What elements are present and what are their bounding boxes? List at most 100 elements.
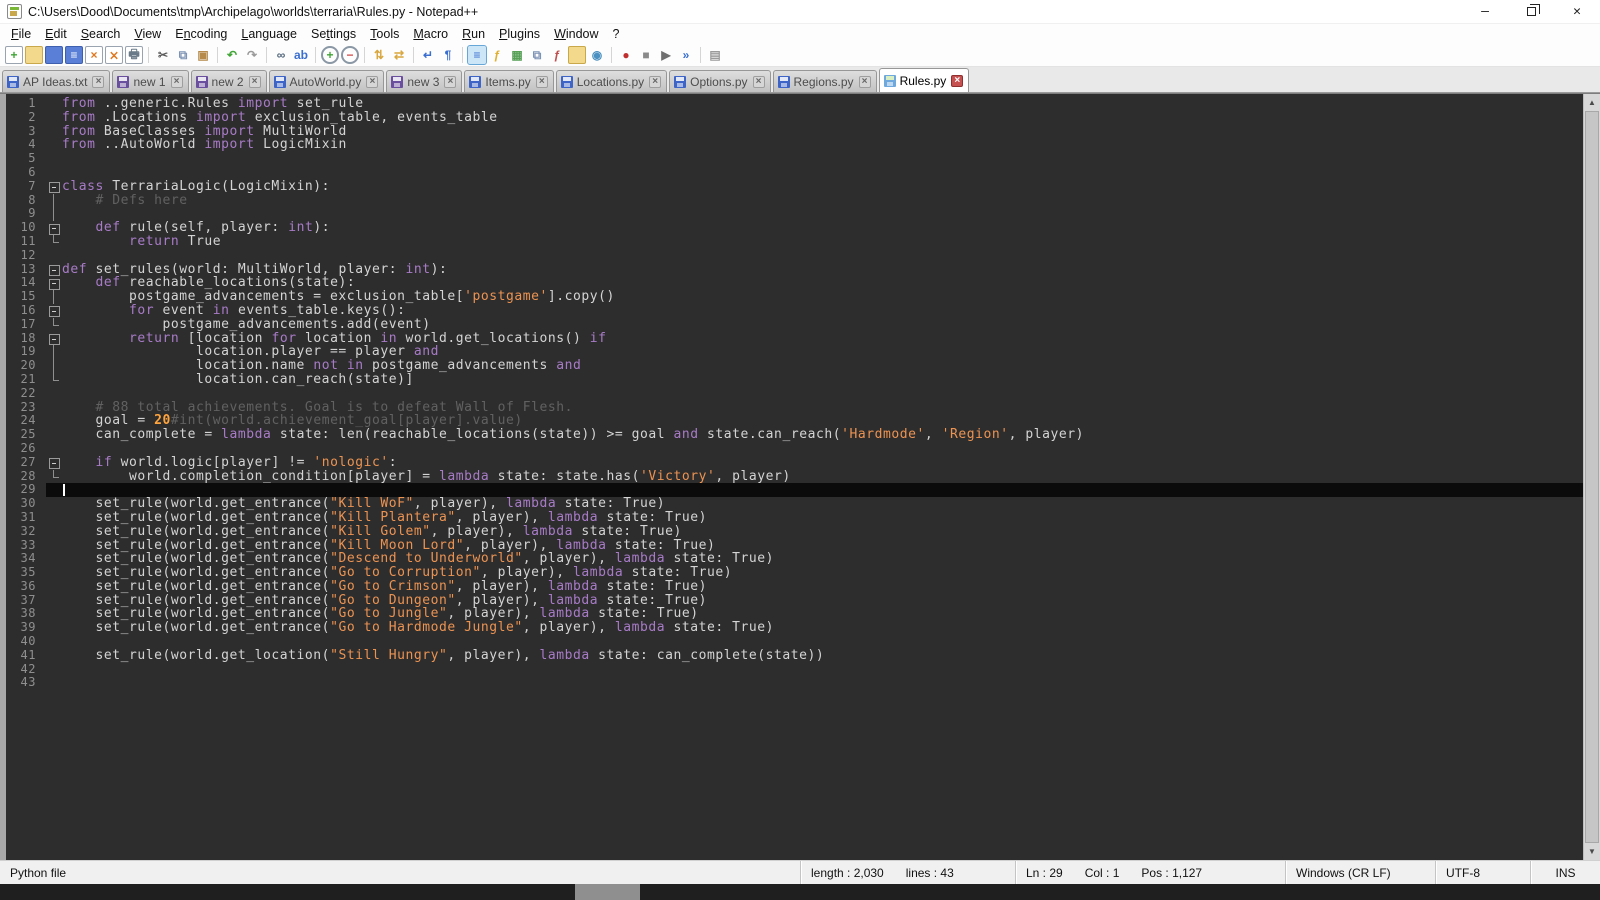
paste-icon[interactable]: ▣ bbox=[194, 46, 212, 64]
menu-item-window[interactable]: Window bbox=[547, 25, 605, 43]
menu-item-language[interactable]: Language bbox=[234, 25, 304, 43]
code-line: 28 world.completion_condition[player] = … bbox=[6, 470, 1583, 484]
fold-marker bbox=[46, 152, 62, 166]
status-pos: Pos : 1,127 bbox=[1141, 866, 1202, 880]
fold-marker[interactable] bbox=[46, 332, 62, 346]
zoom-in-icon[interactable]: + bbox=[321, 46, 339, 64]
scroll-down-icon[interactable]: ▼ bbox=[1584, 843, 1600, 860]
menu-item-tools[interactable]: Tools bbox=[363, 25, 406, 43]
close-doc-icon[interactable]: × bbox=[85, 46, 103, 64]
new-file-icon[interactable]: + bbox=[5, 46, 23, 64]
tab-options-py[interactable]: Options.py× bbox=[669, 70, 770, 92]
code-text: goal = 20#int(world.achievement_goal[pla… bbox=[62, 414, 523, 428]
scrollbar-thumb[interactable] bbox=[1585, 111, 1599, 843]
record-macro-icon[interactable]: ● bbox=[617, 46, 635, 64]
fold-marker[interactable] bbox=[46, 180, 62, 194]
tab-close-icon[interactable]: × bbox=[92, 76, 104, 88]
tab-close-icon[interactable]: × bbox=[171, 76, 183, 88]
tab-close-icon[interactable]: × bbox=[536, 76, 548, 88]
menu-item-plugins[interactable]: Plugins bbox=[492, 25, 547, 43]
zoom-out-icon[interactable]: − bbox=[341, 46, 359, 64]
tab-new-3[interactable]: new 3× bbox=[386, 70, 462, 92]
tab-close-icon[interactable]: × bbox=[649, 76, 661, 88]
code-text: location.player == player and bbox=[62, 345, 439, 359]
tab-items-py[interactable]: Items.py× bbox=[464, 70, 553, 92]
function-completion-icon[interactable]: ƒ bbox=[488, 46, 506, 64]
tab-regions-py[interactable]: Regions.py× bbox=[773, 70, 877, 92]
function-list-icon[interactable]: ƒ bbox=[548, 46, 566, 64]
stop-macro-icon[interactable]: ■ bbox=[637, 46, 655, 64]
code-text: world.completion_condition[player] = lam… bbox=[62, 470, 791, 484]
fold-marker[interactable] bbox=[46, 221, 62, 235]
minimize-button[interactable]: — bbox=[1462, 0, 1508, 23]
line-number: 43 bbox=[6, 676, 46, 690]
cut-icon[interactable]: ✂ bbox=[154, 46, 172, 64]
play-macro-icon[interactable]: ▶ bbox=[657, 46, 675, 64]
code-text: postgame_advancements = exclusion_table[… bbox=[62, 290, 615, 304]
status-eol-format[interactable]: Windows (CR LF) bbox=[1285, 861, 1435, 884]
indent-guide-icon[interactable]: ≡ bbox=[468, 46, 486, 64]
close-all-docs-icon[interactable]: ⨯ bbox=[105, 46, 123, 64]
menu-item-search[interactable]: Search bbox=[74, 25, 128, 43]
tab-close-icon[interactable]: × bbox=[859, 76, 871, 88]
fold-marker[interactable] bbox=[46, 304, 62, 318]
find-icon[interactable]: ∞ bbox=[272, 46, 290, 64]
sync-scroll-v-icon[interactable]: ⇅ bbox=[370, 46, 388, 64]
menu-item-run[interactable]: Run bbox=[455, 25, 492, 43]
print-icon[interactable]: 🖶 bbox=[125, 46, 143, 64]
document-map-icon[interactable]: ▦ bbox=[508, 46, 526, 64]
save-macro-icon[interactable]: ▤ bbox=[706, 46, 724, 64]
line-number: 32 bbox=[6, 525, 46, 539]
line-number: 5 bbox=[6, 152, 46, 166]
close-button[interactable]: ✕ bbox=[1554, 0, 1600, 23]
show-all-chars-icon[interactable]: ¶ bbox=[439, 46, 457, 64]
menu-item-settings[interactable]: Settings bbox=[304, 25, 363, 43]
tab-close-icon[interactable]: × bbox=[444, 76, 456, 88]
fold-marker[interactable] bbox=[46, 263, 62, 277]
restore-button[interactable] bbox=[1508, 0, 1554, 23]
fold-marker[interactable] bbox=[46, 456, 62, 470]
menu-item-encoding[interactable]: Encoding bbox=[168, 25, 234, 43]
code-line: 14 def reachable_locations(state): bbox=[6, 276, 1583, 290]
menu-item-view[interactable]: View bbox=[127, 25, 168, 43]
menu-item-file[interactable]: File bbox=[4, 25, 38, 43]
tab-new-1[interactable]: new 1× bbox=[112, 70, 188, 92]
folder-workspace-icon[interactable] bbox=[568, 46, 586, 64]
menu-bar: FileEditSearchViewEncodingLanguageSettin… bbox=[0, 24, 1600, 44]
document-switcher-icon[interactable]: ⧉ bbox=[528, 46, 546, 64]
fold-marker[interactable] bbox=[46, 276, 62, 290]
tab-close-icon[interactable]: × bbox=[951, 75, 963, 87]
status-encoding[interactable]: UTF-8 bbox=[1435, 861, 1530, 884]
code-line: 13def set_rules(world: MultiWorld, playe… bbox=[6, 263, 1583, 277]
run-macro-multi-icon[interactable]: » bbox=[677, 46, 695, 64]
replace-icon[interactable]: ab bbox=[292, 46, 310, 64]
editor[interactable]: 1from ..generic.Rules import set_rule2fr… bbox=[0, 93, 1600, 860]
save-icon[interactable] bbox=[45, 46, 63, 64]
tab-rules-py[interactable]: Rules.py× bbox=[879, 68, 970, 92]
open-folder-icon[interactable] bbox=[25, 46, 43, 64]
tab-close-icon[interactable]: × bbox=[249, 76, 261, 88]
scroll-up-icon[interactable]: ▲ bbox=[1584, 94, 1600, 111]
tab-new-2[interactable]: new 2× bbox=[191, 70, 267, 92]
toolbar-separator bbox=[148, 47, 149, 63]
copy-icon[interactable]: ⧉ bbox=[174, 46, 192, 64]
word-wrap-icon[interactable]: ↵ bbox=[419, 46, 437, 64]
save-all-icon[interactable]: ≡ bbox=[65, 46, 83, 64]
vertical-scrollbar[interactable]: ▲ ▼ bbox=[1583, 94, 1600, 860]
tab-autoworld-py[interactable]: AutoWorld.py× bbox=[269, 70, 385, 92]
tab-ap-ideas-txt[interactable]: AP Ideas.txt× bbox=[2, 70, 110, 92]
status-insert-mode[interactable]: INS bbox=[1530, 861, 1600, 884]
menu-item-edit[interactable]: Edit bbox=[38, 25, 74, 43]
redo-icon[interactable]: ↷ bbox=[243, 46, 261, 64]
tab-locations-py[interactable]: Locations.py× bbox=[556, 70, 667, 92]
tab-close-icon[interactable]: × bbox=[753, 76, 765, 88]
code-area[interactable]: 1from ..generic.Rules import set_rule2fr… bbox=[6, 94, 1583, 860]
tab-close-icon[interactable]: × bbox=[366, 76, 378, 88]
status-length-lines: length : 2,030 lines : 43 bbox=[800, 861, 1015, 884]
menu-item-macro[interactable]: Macro bbox=[406, 25, 455, 43]
undo-icon[interactable]: ↶ bbox=[223, 46, 241, 64]
line-number: 12 bbox=[6, 249, 46, 263]
sync-scroll-h-icon[interactable]: ⇄ bbox=[390, 46, 408, 64]
monitoring-eye-icon[interactable]: ◉ bbox=[588, 46, 606, 64]
menu-item-help[interactable]: ? bbox=[606, 25, 627, 43]
